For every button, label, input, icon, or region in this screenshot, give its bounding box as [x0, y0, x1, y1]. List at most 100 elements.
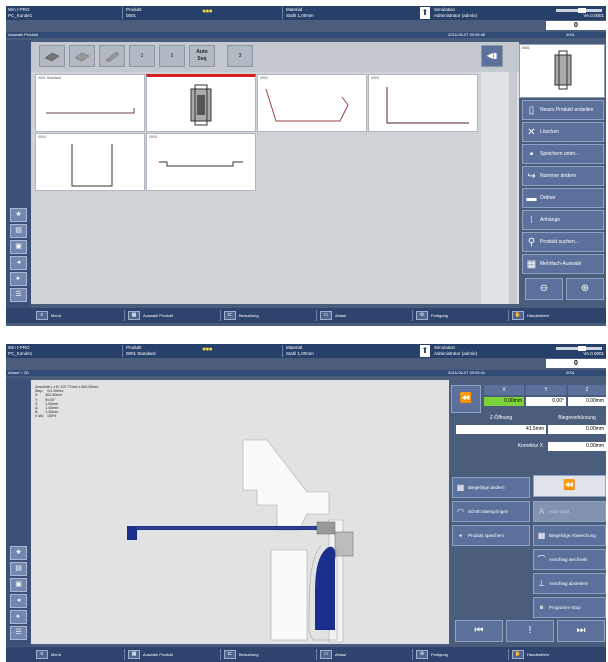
zoom-out-icon[interactable]: ⊖ — [525, 278, 563, 300]
rename-number-button[interactable]: ↪ Nummer ändern — [522, 166, 604, 186]
image-icon[interactable]: ▣ — [10, 578, 27, 592]
material-info[interactable]: Material Stahl 1,00mm — [286, 7, 416, 19]
product-cell[interactable]: 0004 — [35, 133, 145, 191]
product-grid: 0001 Standard 0002 0003 0004 0005 — [31, 72, 481, 304]
multi-select-button[interactable]: ▦ Mehrfach-Auswahl — [522, 254, 604, 274]
star-icon[interactable]: ★ — [10, 546, 27, 560]
rename-arrow-icon: ↪ — [527, 171, 536, 182]
user-icon[interactable]: ⬆ — [420, 345, 430, 357]
attachment-icon: ⁝ — [529, 215, 534, 226]
save-as-button[interactable]: ▪ Speichern unter... — [522, 144, 604, 164]
correction-x-label: Korrektur X — [517, 443, 543, 449]
nav-product-selection[interactable]: ▦ Auswahl Produkt — [128, 648, 173, 661]
lower-stop-button[interactable]: ⊥ Anschlag absenken — [533, 573, 606, 594]
step-3-button[interactable]: 3 — [227, 45, 253, 67]
product-info[interactable]: Produkt 0001 — [126, 7, 196, 19]
step-2-button[interactable]: 2 — [159, 45, 185, 67]
star-icon[interactable]: ★ — [10, 208, 27, 222]
next-step-button[interactable]: ⏭ — [557, 620, 605, 642]
zoom-in-icon[interactable]: ⊕ — [566, 278, 604, 300]
image-icon[interactable]: ▣ — [10, 240, 27, 254]
bottom-nav: ≡ Menü ▦ Auswahl Produkt ⊏ Bemaßung ▭ Ablauf… — [6, 647, 606, 662]
collapse-panel-button[interactable]: ◀▮ — [481, 45, 503, 67]
nav-production[interactable]: ⚙ Fertigung — [416, 309, 448, 322]
alert-button[interactable]: ! — [506, 620, 554, 642]
top-status-bar: Win t-PRO PC_Kunde1 Produkt 0001 ●●● Mater… — [6, 6, 606, 20]
search-product-button[interactable]: ⚲ Produkt suchen... — [522, 232, 604, 252]
product-cell[interactable]: 0001 Standard — [35, 74, 145, 132]
nav-menu[interactable]: ≡ Menü — [36, 309, 61, 322]
preview-image — [554, 50, 572, 90]
new-product-button[interactable]: ▯ Neues Produkt erstellen — [522, 100, 604, 120]
skip-step-button[interactable]: ◠ Schritt überspringen — [452, 501, 530, 522]
nav-manual-mode[interactable]: ✋ Handbetrieb — [512, 309, 549, 322]
nav-production[interactable]: ⚙ Fertigung — [416, 648, 448, 661]
axis-y-value: 0.00° — [526, 397, 566, 406]
product-cell[interactable]: 0003 — [368, 74, 478, 132]
bend-shortening-label: Biegeverkürzung — [558, 415, 596, 421]
delete-x-icon: ✕ — [527, 127, 536, 138]
step-1-button[interactable]: 1 — [129, 45, 155, 67]
sequence-icon: ▦ — [456, 483, 465, 492]
arrow-right-icon[interactable]: ▸ — [10, 272, 27, 286]
program-stop-button[interactable]: ⏸ Programm-Stop — [533, 597, 606, 618]
speed-slider[interactable] — [556, 346, 602, 351]
arrow-right-icon[interactable]: ▸ — [10, 610, 27, 624]
axis-y-header: Y — [526, 385, 566, 395]
nav-sequence[interactable]: ▭ Ablauf — [320, 309, 346, 322]
status-leds: ●●● — [202, 346, 213, 353]
auto-seq-button[interactable]: Auto Seq — [189, 45, 215, 67]
previous-step-button[interactable]: ⏮ — [455, 620, 503, 642]
nav-sequence[interactable]: ▭ Ablauf — [320, 648, 346, 661]
document-icon[interactable]: ▤ — [10, 562, 27, 576]
product-thumbnail — [265, 88, 349, 122]
arrow-left-icon[interactable]: ◂ — [10, 256, 27, 270]
view-sheet-button[interactable] — [99, 45, 125, 67]
product-info[interactable]: Produkt 0001 Standard — [126, 345, 196, 357]
axis-x-header: X — [484, 385, 524, 395]
deviation-icon: ▦ — [537, 531, 546, 540]
nav-dimensioning[interactable]: ⊏ Bemaßung — [224, 309, 259, 322]
rewind-step-button[interactable]: ⏪ — [533, 475, 606, 497]
tree-icon[interactable]: ☰ — [10, 288, 27, 302]
title-right: 0001 — [566, 32, 575, 37]
nav-menu[interactable]: ≡ Menü — [36, 648, 61, 661]
user-icon[interactable]: ⬆ — [420, 7, 430, 19]
sequence-deviation-button[interactable]: ▦ Biegefolge Abweichung — [533, 525, 606, 546]
correction-x-value[interactable]: 0.00mm — [548, 442, 606, 451]
speed-slider[interactable] — [556, 8, 602, 13]
counter-value: 0 — [546, 21, 606, 30]
view-toolbar: 1 2 Auto Seq 3 ◀▮ — [31, 42, 519, 72]
left-toolbar: ★ ▤ ▣ ◂ ▸ ☰ — [6, 378, 31, 646]
title-bar: Ablauf > 2D 2016-06-07 09:05:41 0001 — [6, 370, 606, 376]
timestamp: 2016-06-07 09:05:41 — [448, 370, 486, 375]
view-3d-alt-button[interactable] — [69, 45, 95, 67]
document-icon[interactable]: ▤ — [10, 224, 27, 238]
z-opening-value[interactable]: 41.5mm — [456, 425, 546, 434]
change-sequence-button[interactable]: ▦ Biegefolge ändern — [452, 477, 530, 498]
arrow-left-icon[interactable]: ◂ — [10, 594, 27, 608]
nav-manual-mode[interactable]: ✋ Handbetrieb — [512, 648, 549, 661]
product-thumbnail — [386, 87, 469, 124]
product-cell-selected[interactable] — [146, 74, 256, 132]
change-stop-button[interactable]: ⌒ Anschlag wechseln — [533, 549, 606, 570]
next-icon: ⏭ — [576, 625, 586, 636]
nav-product-selection[interactable]: ▦ Auswahl Produkt — [128, 309, 173, 322]
tree-icon[interactable]: ☰ — [10, 626, 27, 640]
grid-scrollbar[interactable] — [481, 72, 519, 304]
save-product-button[interactable]: ▪ Produkt speichern — [452, 525, 530, 546]
bend-shortening-value[interactable]: 0.00mm — [548, 425, 606, 434]
folder-button[interactable]: ▬ Ordner — [522, 188, 604, 208]
product-cell[interactable]: 0002 — [257, 74, 367, 132]
app-info: Win t-PRO PC_Kunde1 — [8, 7, 33, 18]
bending-2d-view[interactable]: Zuschnitt L x B: 107.77mm x 500.00mm Ste… — [31, 380, 449, 644]
save-icon: ▪ — [529, 149, 534, 160]
rewind-button[interactable]: ⏪ — [451, 385, 481, 413]
view-3d-button[interactable] — [39, 45, 65, 67]
nav-dimensioning[interactable]: ⊏ Bemaßung — [224, 648, 259, 661]
auto-start-button[interactable]: A Auto-Start — [533, 501, 606, 522]
attachments-button[interactable]: ⁝ Anhänge — [522, 210, 604, 230]
product-cell[interactable]: 0005 — [146, 133, 256, 191]
delete-button[interactable]: ✕ Löschen — [522, 122, 604, 142]
material-info[interactable]: Material Stahl 1,00mm — [286, 345, 416, 357]
